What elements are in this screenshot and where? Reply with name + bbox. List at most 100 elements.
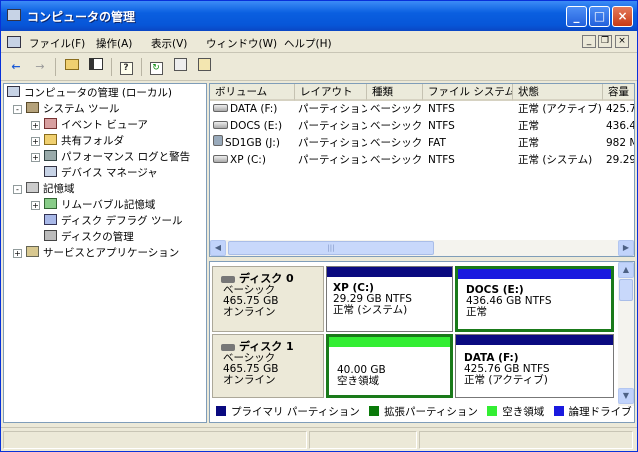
defrag-icon (44, 214, 57, 225)
tree-item-label: パフォーマンス ログと警告 (61, 151, 191, 163)
tree-item-services-applications[interactable]: サービスとアプリケーション (26, 245, 179, 261)
performance-icon (44, 150, 57, 161)
table-cell-status: 正常 (518, 137, 539, 149)
table-cell-capacity: 436.4 (606, 120, 635, 132)
mdi-minimize-button[interactable]: _ (582, 35, 596, 48)
mdi-restore-button[interactable]: ❐ (598, 35, 612, 48)
shared-folder-icon (44, 134, 57, 145)
tree-expander-performance-logs[interactable]: + (31, 153, 40, 162)
table-cell-filesystem: NTFS (428, 103, 455, 115)
computer-icon (7, 86, 20, 97)
up-folder-icon[interactable] (63, 58, 81, 76)
scroll-thumb[interactable] (619, 279, 633, 301)
disk-icon (221, 344, 235, 351)
partition-color-bar (327, 267, 452, 277)
tree-root-label: コンピュータの管理 (ローカル) (24, 87, 173, 99)
services-icon (26, 246, 39, 257)
table-row-volume[interactable]: SD1GB (J:) (213, 135, 295, 151)
tree-expander-storage[interactable]: - (13, 185, 22, 194)
partition-color-bar (329, 337, 450, 347)
tree-root[interactable]: コンピュータの管理 (ローカル) (7, 85, 172, 101)
column-header-status[interactable]: 状態 (513, 84, 603, 101)
table-cell-layout: パーティション (298, 120, 367, 132)
horizontal-scrollbar[interactable]: ◀ ||| ▶ (210, 240, 634, 256)
column-header-type[interactable]: 種類 (367, 84, 423, 101)
partition-unallocated[interactable]: 40.00 GB 空き領域 (326, 334, 453, 398)
partition-docs[interactable]: DOCS (E:) 436.46 GB NTFS 正常 (455, 266, 614, 332)
help-icon[interactable]: ? (117, 58, 135, 76)
partition-color-bar (456, 335, 613, 345)
legend-swatch (553, 406, 564, 416)
tree-item-shared-folders[interactable]: 共有フォルダ (44, 133, 124, 149)
event-viewer-icon (44, 118, 57, 129)
column-header-filesystem[interactable]: ファイル システム (423, 84, 513, 101)
minimize-button[interactable]: _ (566, 6, 587, 27)
table-cell-filesystem: NTFS (428, 120, 455, 132)
maximize-button[interactable]: □ (589, 6, 610, 27)
forward-arrow-icon[interactable]: → (31, 58, 49, 76)
toolbar-separator (111, 58, 112, 76)
vertical-scrollbar[interactable]: ▲ ▼ (618, 262, 634, 406)
tree-item-defragmenter[interactable]: ディスク デフラグ ツール (44, 213, 182, 229)
tree-item-label: ディスクの管理 (61, 231, 134, 243)
scroll-left-button[interactable]: ◀ (210, 240, 226, 256)
scroll-right-button[interactable]: ▶ (618, 240, 634, 256)
close-button[interactable]: × (612, 6, 633, 27)
tree-item-label: 共有フォルダ (61, 135, 124, 147)
tree-item-performance-logs[interactable]: パフォーマンス ログと警告 (44, 149, 190, 165)
table-row-volume[interactable]: DATA (F:) (213, 101, 295, 117)
table-cell-status: 正常 (システム) (518, 154, 593, 166)
tree-item-device-manager[interactable]: デバイス マネージャ (44, 165, 158, 181)
tree-item-label: リムーバブル記憶域 (61, 199, 156, 211)
scroll-thumb[interactable]: ||| (228, 241, 434, 255)
partition-data[interactable]: DATA (F:) 425.76 GB NTFS 正常 (アクティブ) (455, 334, 614, 398)
menu-view[interactable]: 表示(V) (151, 36, 187, 51)
tree-expander-shared-folders[interactable]: + (31, 137, 40, 146)
table-row-volume[interactable]: XP (C:) (213, 152, 295, 168)
menu-window[interactable]: ウィンドウ(W) (206, 36, 277, 51)
back-arrow-icon[interactable]: ← (7, 58, 25, 76)
tree-expander-services[interactable]: + (13, 249, 22, 258)
disk-0-label[interactable]: ディスク 0 ベーシック 465.75 GB オンライン (212, 266, 324, 332)
menu-action[interactable]: 操作(A) (96, 36, 132, 51)
menu-file[interactable]: ファイル(F) (29, 36, 85, 51)
scroll-down-button[interactable]: ▼ (618, 388, 634, 404)
tree-item-system-tools[interactable]: システム ツール (26, 101, 120, 117)
tree-item-storage[interactable]: 記憶域 (26, 181, 75, 197)
table-cell-capacity: 425.7 (606, 103, 635, 115)
table-cell-type: ベーシック (370, 103, 423, 115)
refresh-icon[interactable]: ↻ (147, 58, 165, 76)
export-icon[interactable] (195, 58, 213, 76)
column-header-volume[interactable]: ボリューム (210, 84, 295, 101)
mdi-close-button[interactable]: × (615, 35, 629, 48)
tree-expander-event-viewer[interactable]: + (31, 121, 40, 130)
tree-item-event-viewer[interactable]: イベント ビューア (44, 117, 148, 133)
tree-item-disk-management[interactable]: ディスクの管理 (44, 229, 134, 245)
table-cell-status: 正常 (518, 120, 539, 132)
menu-help[interactable]: ヘルプ(H) (284, 36, 332, 51)
legend-item-free: 空き領域 (487, 406, 544, 418)
title-bar[interactable]: コンピュータの管理 _ □ × (1, 1, 637, 31)
column-header-capacity[interactable]: 容量 (603, 84, 634, 101)
show-hide-tree-icon[interactable] (87, 58, 105, 76)
table-cell-filesystem: NTFS (428, 154, 455, 166)
tree-expander-system-tools[interactable]: - (13, 105, 22, 114)
tree-expander-removable-storage[interactable]: + (31, 201, 40, 210)
table-row-volume[interactable]: DOCS (E:) (213, 118, 295, 134)
status-segment (419, 431, 633, 449)
tree-item-label: ディスク デフラグ ツール (61, 215, 183, 227)
partition-color-bar (458, 269, 611, 279)
tree-item-removable-storage[interactable]: リムーバブル記憶域 (44, 197, 155, 213)
toolbar-separator (55, 58, 56, 76)
scroll-up-button[interactable]: ▲ (618, 262, 634, 278)
partition-xp[interactable]: XP (C:) 29.29 GB NTFS 正常 (システム) (326, 266, 453, 332)
volume-name: DATA (F:) (230, 103, 278, 115)
partition-info: 40.00 GB 空き領域 (337, 365, 386, 387)
disk-1-label[interactable]: ディスク 1 ベーシック 465.75 GB オンライン (212, 334, 324, 398)
tools-icon (26, 102, 39, 113)
toolbar: ← → ? ↻ (1, 53, 637, 81)
column-header-layout[interactable]: レイアウト (295, 84, 367, 101)
properties-icon[interactable] (171, 58, 189, 76)
mmc-window: コンピュータの管理 _ □ × ファイル(F) 操作(A) 表示(V) ウィンド… (0, 0, 638, 452)
table-cell-layout: パーティション (298, 137, 367, 149)
